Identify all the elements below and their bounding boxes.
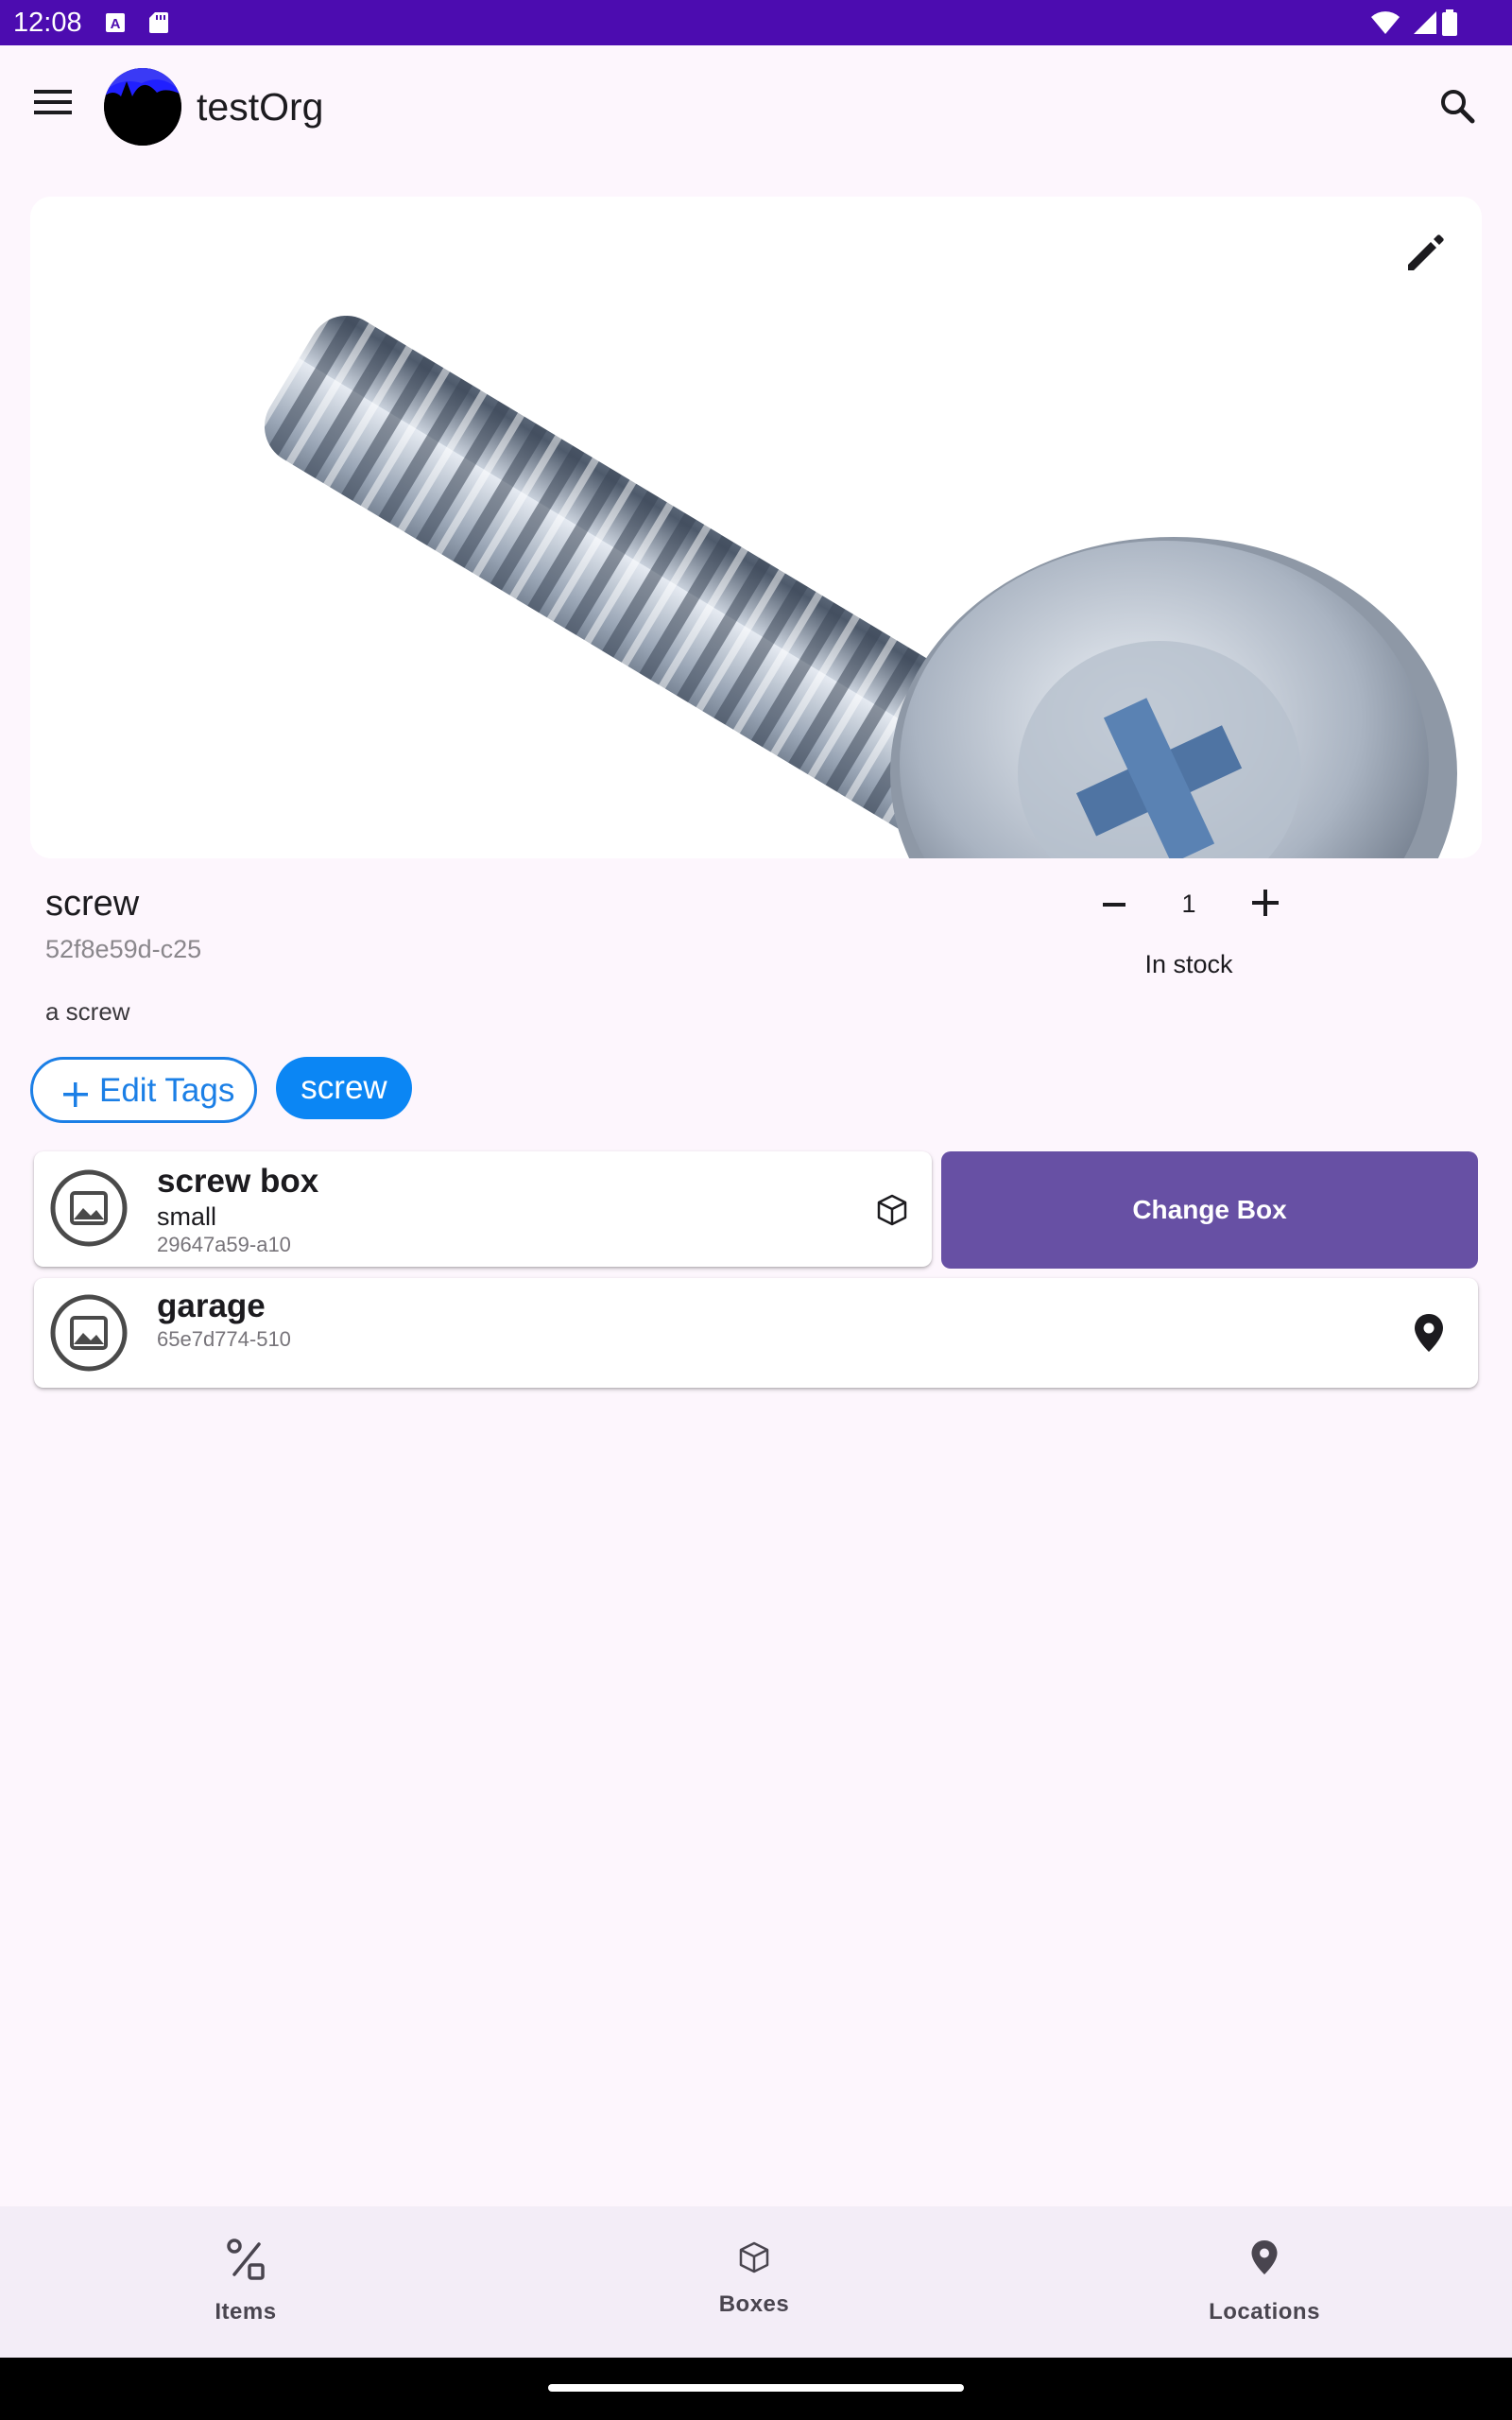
sd-card-icon [149,12,168,33]
status-bar [0,0,1512,45]
decrement-quantity-button[interactable] [1094,885,1134,925]
signal-icon [1414,11,1436,34]
org-avatar[interactable] [104,68,181,146]
plus-icon [63,1082,88,1107]
home-gesture-handle[interactable] [548,2384,964,2392]
menu-icon[interactable] [28,78,77,127]
box-size: small [157,1202,217,1231]
nav-label-boxes: Boxes [718,2291,790,2317]
nav-item-items[interactable]: Items [151,2237,340,2350]
location-id: 65e7d774-510 [157,1327,291,1351]
nav-item-boxes[interactable]: Boxes [660,2240,849,2354]
screw-photo [30,197,1482,858]
edit-tags-label: Edit Tags [99,1072,235,1109]
box-icon [739,2241,769,2273]
org-logo-icon [104,68,181,146]
location-pin-icon [1251,2240,1278,2274]
location-pin-icon [1415,1314,1443,1352]
app-title: testOrg [197,85,324,129]
image-placeholder-icon [50,1169,128,1247]
a-icon: A [106,13,125,32]
item-name: screw [45,884,140,924]
item-description: a screw [45,997,130,1026]
battery-icon [1442,9,1457,36]
stock-status: In stock [1144,950,1233,978]
box-card[interactable]: screw box small 29647a59-a10 [34,1151,932,1267]
items-icon [227,2238,265,2280]
item-id: 52f8e59d-c25 [45,935,202,963]
search-icon[interactable] [1433,81,1482,130]
status-time: 12:08 [13,8,82,38]
nav-item-locations[interactable]: Locations [1170,2237,1359,2350]
edit-pencil-icon[interactable] [1399,227,1452,280]
nav-label-items: Items [215,2299,277,2325]
wifi-icon [1371,11,1400,35]
box-icon [877,1194,907,1226]
svg-text:A: A [111,16,121,32]
edit-tags-button[interactable]: Edit Tags [30,1057,257,1123]
tag-chip[interactable]: screw [276,1057,412,1119]
box-id: 29647a59-a10 [157,1233,291,1256]
nav-label-locations: Locations [1209,2299,1320,2325]
quantity-value: 1 [1181,890,1196,918]
box-name: screw box [157,1163,319,1200]
increment-quantity-button[interactable] [1244,881,1287,925]
change-box-button[interactable]: Change Box [941,1151,1478,1269]
item-image[interactable] [30,197,1482,858]
image-placeholder-icon [50,1294,128,1372]
location-card[interactable]: garage 65e7d774-510 [34,1278,1478,1388]
location-name: garage [157,1288,266,1324]
